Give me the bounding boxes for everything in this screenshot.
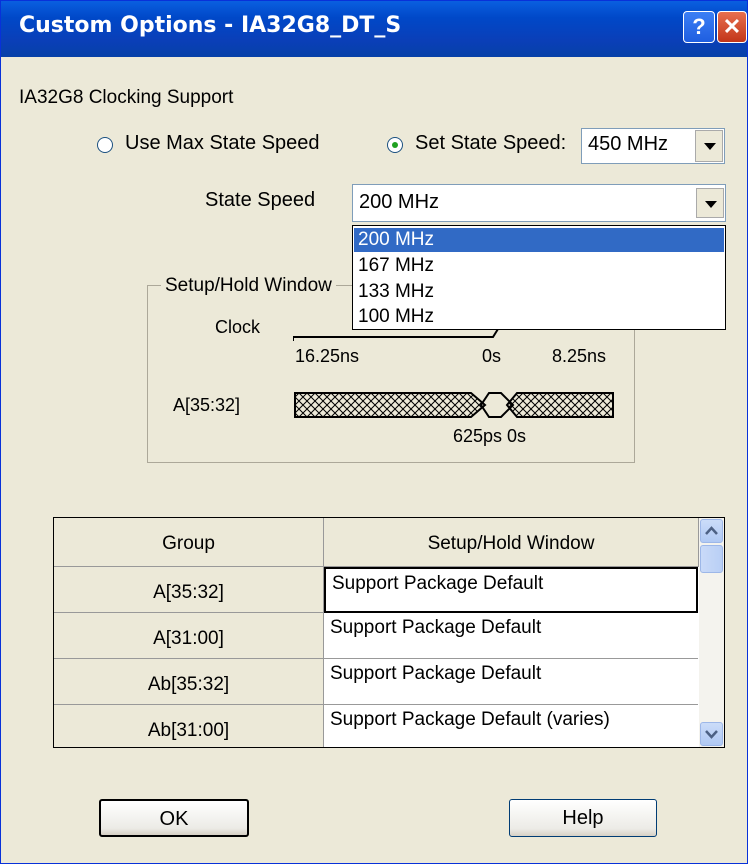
scroll-thumb[interactable]	[700, 545, 723, 573]
setup-hold-group-label: Setup/Hold Window	[161, 275, 336, 297]
grid-row-window[interactable]: Support Package Default	[324, 567, 698, 613]
chevron-down-icon	[705, 730, 718, 739]
clock-mid-time: 0s	[482, 346, 502, 366]
state-speed-value: 200 MHz	[359, 191, 440, 213]
clock-right-time: 8.25ns	[552, 346, 607, 366]
grid-row-group: Ab[31:00]	[54, 705, 324, 747]
signal-label: A[35:32]	[173, 395, 241, 415]
help-title-button[interactable]: ?	[683, 11, 715, 43]
chevron-down-icon[interactable]	[696, 188, 724, 218]
setup-hold-grid: Group Setup/Hold Window A[35:32] Support…	[53, 517, 725, 748]
state-speed-option[interactable]: 100 MHz	[354, 305, 724, 329]
state-speed-label: State Speed	[205, 189, 316, 211]
set-state-speed-select[interactable]: 450 MHz	[581, 128, 725, 164]
set-state-speed-label[interactable]: Set State Speed:	[415, 132, 566, 155]
help-button[interactable]: Help	[509, 799, 657, 837]
state-speed-option[interactable]: 167 MHz	[354, 254, 724, 278]
ok-button[interactable]: OK	[99, 799, 249, 837]
clocking-support-label: IA32G8 Clocking Support	[19, 87, 234, 108]
scroll-up-arrow[interactable]	[700, 519, 723, 543]
use-max-state-speed-label[interactable]: Use Max State Speed	[125, 132, 320, 155]
state-speed-option[interactable]: 200 MHz	[354, 228, 724, 252]
signal-waveform	[294, 392, 614, 418]
clock-label: Clock	[215, 317, 261, 337]
chevron-down-icon[interactable]	[695, 130, 723, 162]
group-column-header: Group	[54, 518, 324, 567]
state-speed-select[interactable]: 200 MHz	[352, 184, 726, 222]
grid-row-group: Ab[35:32]	[54, 659, 324, 705]
grid-row-window[interactable]: Support Package Default	[324, 659, 698, 705]
grid-row-group: A[35:32]	[54, 567, 324, 613]
grid-row-window[interactable]: Support Package Default	[324, 613, 698, 659]
title-bar[interactable]: Custom Options - IA32G8_DT_S ? ✕	[1, 1, 747, 57]
clock-left-time: 16.25ns	[295, 346, 360, 366]
grid-row-group: A[31:00]	[54, 613, 324, 659]
set-state-speed-radio[interactable]	[387, 137, 403, 153]
scroll-down-arrow[interactable]	[700, 722, 723, 746]
grid-row-window[interactable]: Support Package Default (varies)	[324, 705, 698, 747]
window-column-header: Setup/Hold Window	[324, 518, 699, 567]
state-speed-option[interactable]: 133 MHz	[354, 280, 724, 304]
grid-scrollbar[interactable]	[699, 518, 724, 747]
custom-options-dialog: Custom Options - IA32G8_DT_S ? ✕ IA32G8 …	[0, 0, 748, 864]
use-max-state-speed-radio[interactable]	[97, 137, 113, 153]
signal-times: 625ps 0s	[453, 426, 527, 446]
state-speed-dropdown-list[interactable]: 200 MHz 167 MHz 133 MHz 100 MHz	[352, 225, 726, 330]
chevron-up-icon	[705, 526, 718, 535]
window-title: Custom Options - IA32G8_DT_S	[19, 13, 402, 38]
close-button[interactable]: ✕	[717, 11, 747, 43]
set-state-speed-value: 450 MHz	[588, 133, 669, 155]
